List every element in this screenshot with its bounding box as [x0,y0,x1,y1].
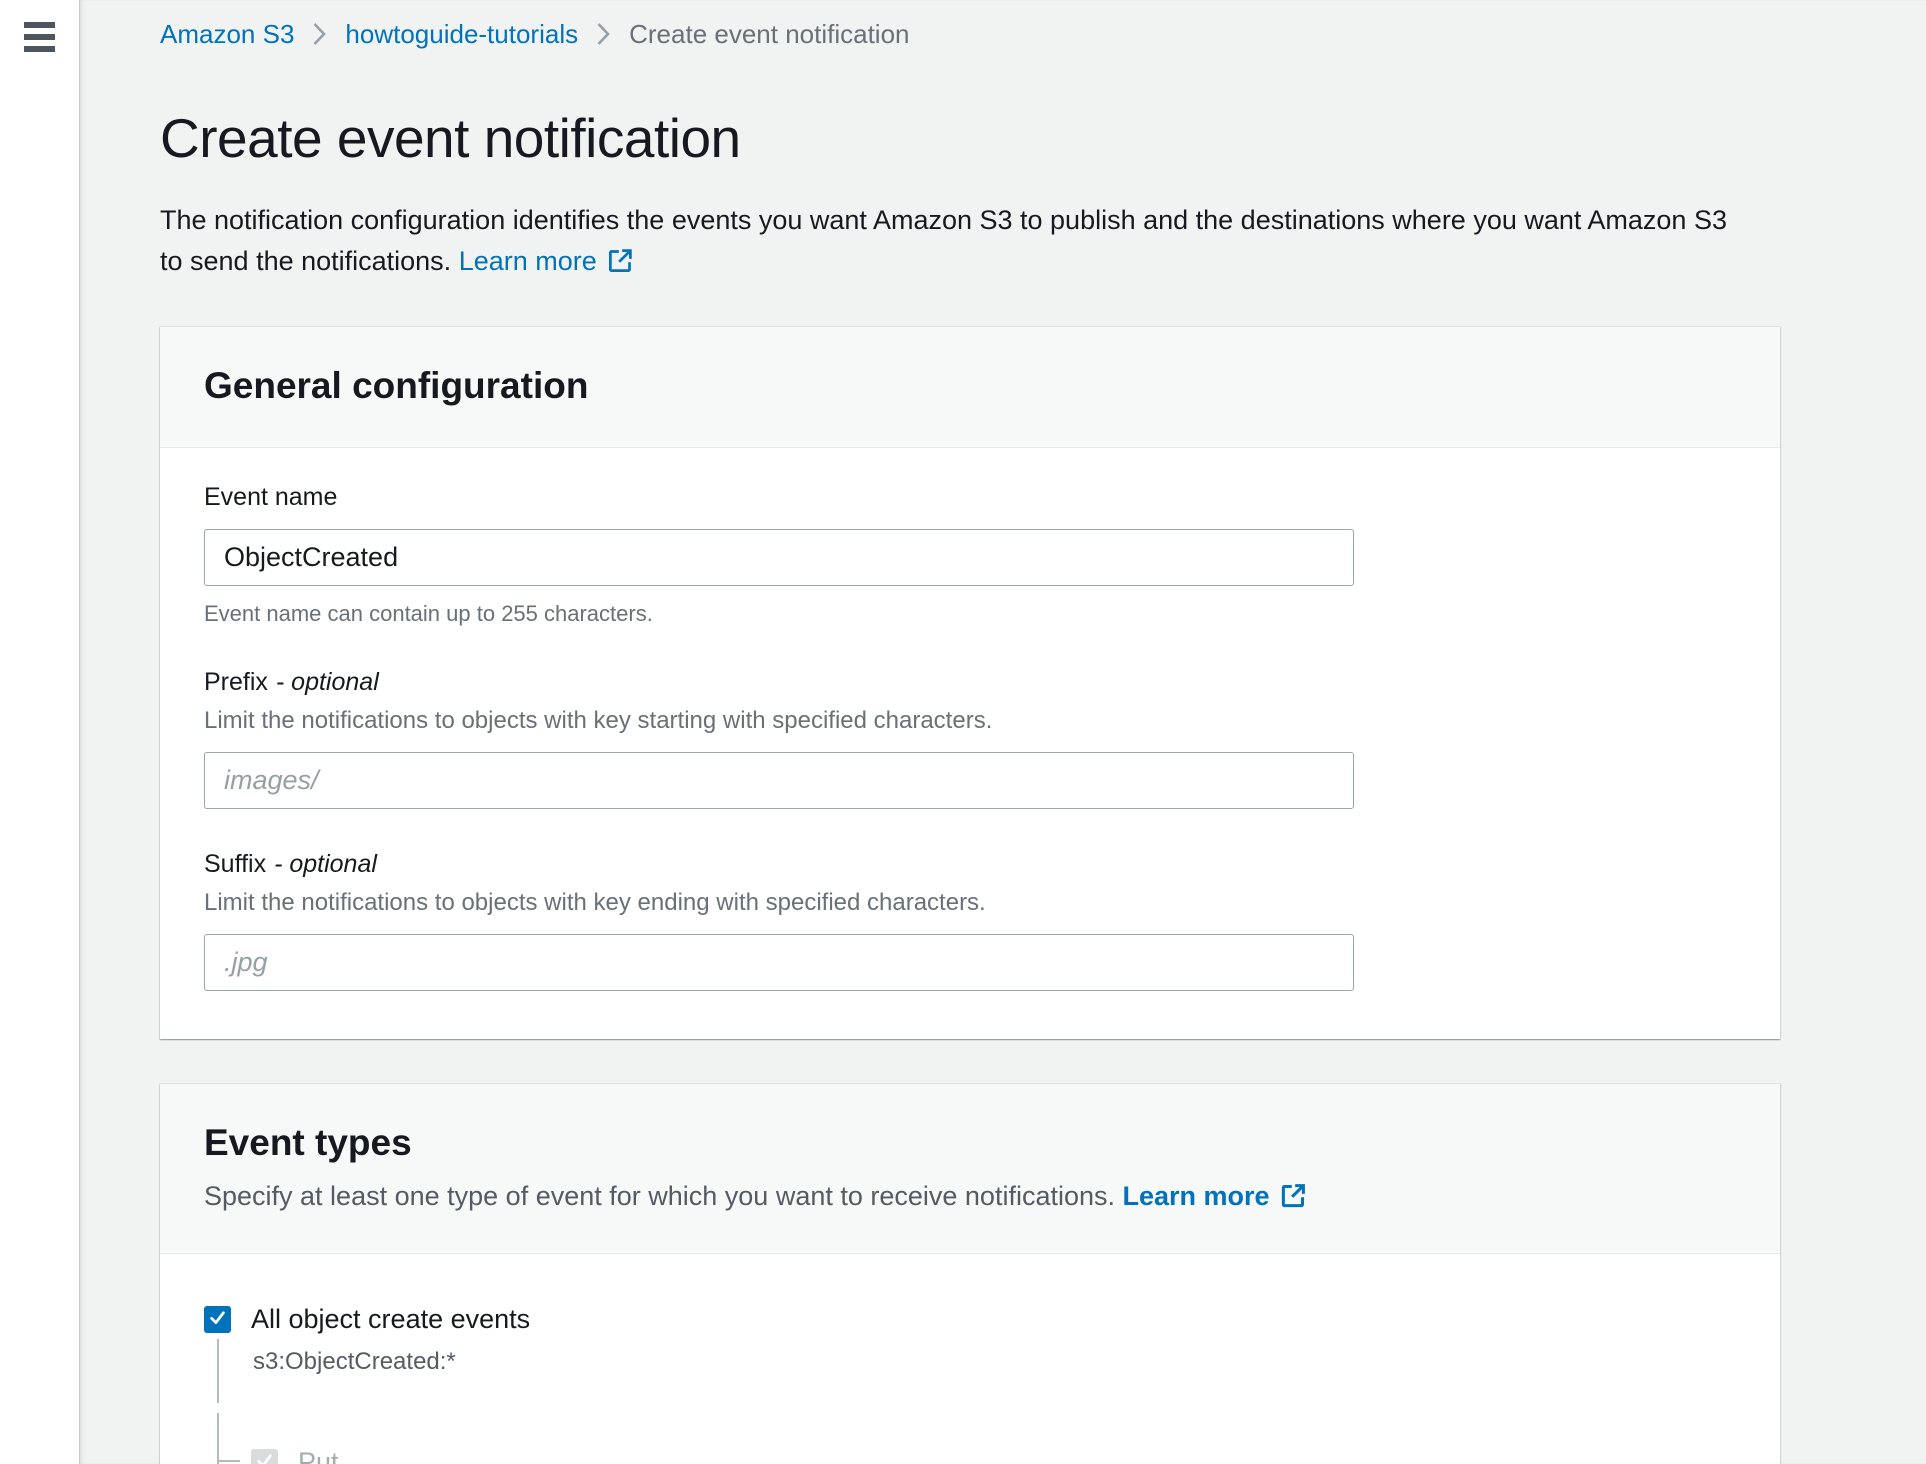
page-description-text: The notification configuration identifie… [160,205,1727,276]
suffix-description: Limit the notifications to objects with … [204,888,1736,918]
event-types-children: Put s3:ObjectCreated:Put [217,1413,1736,1464]
all-object-create-events-checkbox[interactable] [204,1306,231,1333]
put-event-label: Put [298,1447,339,1464]
breadcrumb-link-bucket[interactable]: howtoguide-tutorials [345,19,578,50]
event-name-field-group: Event name Event name can contain up to … [204,482,1736,627]
general-configuration-title: General configuration [204,365,1736,407]
event-types-header: Event types Specify at least one type of… [160,1084,1780,1254]
all-object-create-events-label[interactable]: All object create events [251,1304,530,1335]
suffix-optional-text: - optional [274,850,377,878]
breadcrumb-current: Create event notification [629,19,909,50]
all-object-create-events-code: s3:ObjectCreated:* [217,1339,1736,1403]
breadcrumb-link-amazon-s3[interactable]: Amazon S3 [160,19,294,50]
prefix-label: Prefix - optional [204,667,1736,698]
event-types-description-text: Specify at least one type of event for w… [204,1181,1115,1211]
general-configuration-body: Event name Event name can contain up to … [160,448,1780,1039]
event-name-label: Event name [204,482,1736,513]
chevron-right-icon [312,20,327,48]
suffix-input[interactable] [204,934,1354,991]
event-types-description: Specify at least one type of event for w… [204,1180,1736,1213]
prefix-field-group: Prefix - optional Limit the notifications… [204,667,1736,809]
event-types-body: All object create events s3:ObjectCreate… [160,1254,1780,1464]
main-content: Amazon S3 howtoguide-tutorials Create ev… [79,0,1926,1464]
suffix-field-group: Suffix - optional Limit the notifications… [204,849,1736,991]
checkmark-icon [208,1308,227,1332]
prefix-label-text: Prefix [204,668,268,696]
general-configuration-header: General configuration [160,327,1780,448]
checkmark-icon [255,1451,274,1464]
tree-connector-line [219,1460,240,1462]
hamburger-menu-button[interactable] [22,16,57,58]
page-description: The notification configuration identifie… [160,200,1740,282]
external-link-icon [1270,1181,1307,1211]
prefix-optional-text: - optional [276,668,379,696]
suffix-label-text: Suffix [204,850,266,878]
event-types-panel: Event types Specify at least one type of… [160,1083,1780,1464]
event-name-label-text: Event name [204,483,337,511]
put-event-row: Put [251,1447,1736,1464]
hamburger-icon [24,22,55,52]
event-name-helper: Event name can contain up to 255 charact… [204,600,1736,627]
chevron-right-icon [596,20,611,48]
external-link-icon [597,246,634,276]
learn-more-link[interactable]: Learn more [459,246,634,276]
learn-more-label: Learn more [459,246,597,276]
prefix-description: Limit the notifications to objects with … [204,706,1736,736]
all-object-create-events-row: All object create events [204,1304,1736,1335]
event-types-learn-more-link[interactable]: Learn more [1123,1181,1307,1211]
general-configuration-panel: General configuration Event name Event n… [160,326,1780,1039]
breadcrumb: Amazon S3 howtoguide-tutorials Create ev… [160,16,1926,52]
prefix-input[interactable] [204,752,1354,809]
suffix-label: Suffix - optional [204,849,1736,880]
left-sidebar-rail [0,0,79,1464]
event-types-title: Event types [204,1122,1736,1164]
put-event-checkbox[interactable] [251,1449,278,1464]
app-root: Amazon S3 howtoguide-tutorials Create ev… [0,0,1926,1464]
event-name-input[interactable] [204,529,1354,586]
learn-more-label: Learn more [1123,1181,1270,1211]
page-title: Create event notification [160,106,1926,170]
